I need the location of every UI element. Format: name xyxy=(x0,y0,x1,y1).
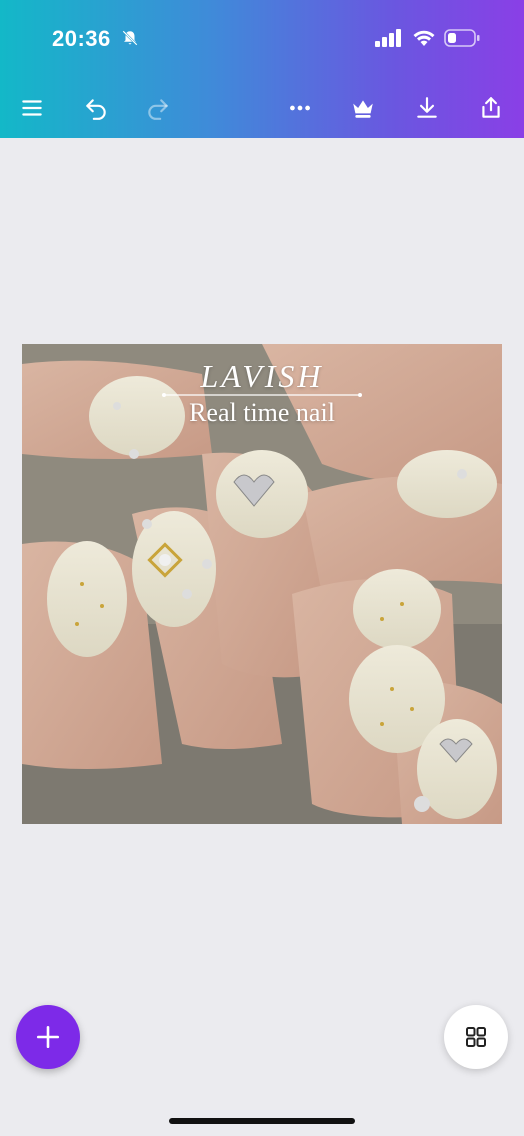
home-indicator[interactable] xyxy=(169,1118,355,1124)
editor-toolbar xyxy=(0,80,524,138)
status-time: 20:36 xyxy=(52,26,111,51)
bell-slash-icon xyxy=(122,30,138,46)
redo-button[interactable] xyxy=(140,90,176,126)
crown-icon xyxy=(353,100,373,118)
share-icon xyxy=(482,97,500,118)
top-bar: 20:36 xyxy=(0,0,524,138)
grid-icon xyxy=(466,1027,486,1047)
menu-icon xyxy=(22,100,42,116)
undo-button[interactable] xyxy=(78,90,114,126)
share-button[interactable] xyxy=(473,90,509,126)
design-canvas[interactable]: LAVISH Real time nail xyxy=(22,344,502,824)
more-icon xyxy=(290,105,310,111)
status-bar: 20:36 xyxy=(0,0,524,80)
design-title: LAVISH xyxy=(200,358,324,394)
design-subtitle: Real time nail xyxy=(189,398,335,427)
plus-icon xyxy=(36,1025,60,1049)
battery-icon xyxy=(444,29,480,47)
wifi-icon xyxy=(413,30,435,46)
premium-button[interactable] xyxy=(345,90,381,126)
redo-icon xyxy=(148,99,168,120)
signal-icon xyxy=(375,29,401,47)
download-icon xyxy=(417,97,437,118)
more-button[interactable] xyxy=(282,90,318,126)
menu-button[interactable] xyxy=(14,90,50,126)
pages-grid-button[interactable] xyxy=(444,1005,508,1069)
add-button[interactable] xyxy=(16,1005,80,1069)
undo-icon xyxy=(86,99,106,120)
download-button[interactable] xyxy=(409,90,445,126)
